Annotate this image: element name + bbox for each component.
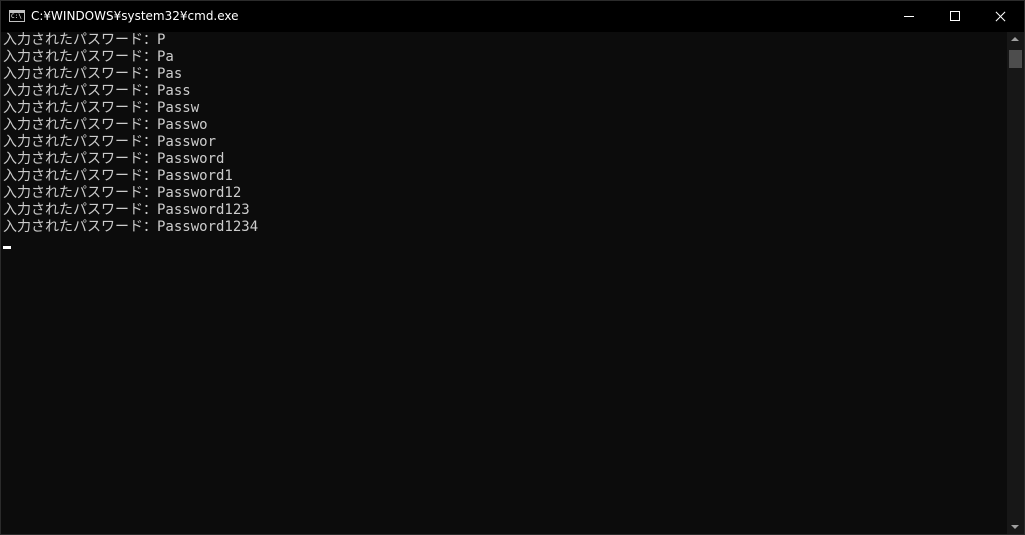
window-title: C:¥WINDOWS¥system32¥cmd.exe (31, 9, 239, 23)
cmd-icon-glyph: C:\ (11, 13, 22, 20)
console-output[interactable]: 入力されたパスワード：P 入力されたパスワード：Pa 入力されたパスワード：Pa… (1, 32, 1007, 534)
window-controls (886, 1, 1024, 32)
console-line: 入力されたパスワード：Pas (3, 66, 183, 82)
close-icon (996, 11, 1006, 21)
scroll-up-arrow-icon[interactable] (1011, 37, 1019, 41)
title-bar[interactable]: C:\ C:¥WINDOWS¥system32¥cmd.exe (1, 1, 1024, 32)
cmd-window: C:\ C:¥WINDOWS¥system32¥cmd.exe 入力されたパスワ… (0, 0, 1025, 535)
console-line: 入力されたパスワード：Passwo (3, 117, 208, 133)
console-line: 入力されたパスワード：Password1 (3, 168, 233, 184)
minimize-icon (904, 16, 914, 17)
console-line: 入力されたパスワード：Pa (3, 49, 174, 65)
scroll-down-arrow-icon[interactable] (1011, 525, 1019, 529)
cmd-icon[interactable]: C:\ (9, 10, 25, 22)
console-line: 入力されたパスワード：Password1234 (3, 219, 259, 235)
console-line: 入力されたパスワード：Password (3, 151, 225, 167)
console-line: 入力されたパスワード：Passwor (3, 134, 217, 150)
scroll-thumb[interactable] (1009, 50, 1022, 68)
console-line: 入力されたパスワード：Passw (3, 100, 200, 116)
maximize-button[interactable] (932, 1, 978, 32)
vertical-scrollbar[interactable] (1007, 32, 1024, 534)
console-line: 入力されたパスワード：Password123 (3, 202, 250, 218)
console-line: 入力されたパスワード：Password12 (3, 185, 242, 201)
minimize-button[interactable] (886, 1, 932, 32)
console-line: 入力されたパスワード：Pass (3, 83, 191, 99)
close-button[interactable] (978, 1, 1024, 32)
text-cursor (3, 246, 11, 249)
console-line: 入力されたパスワード：P (3, 32, 166, 48)
maximize-icon (950, 11, 960, 21)
